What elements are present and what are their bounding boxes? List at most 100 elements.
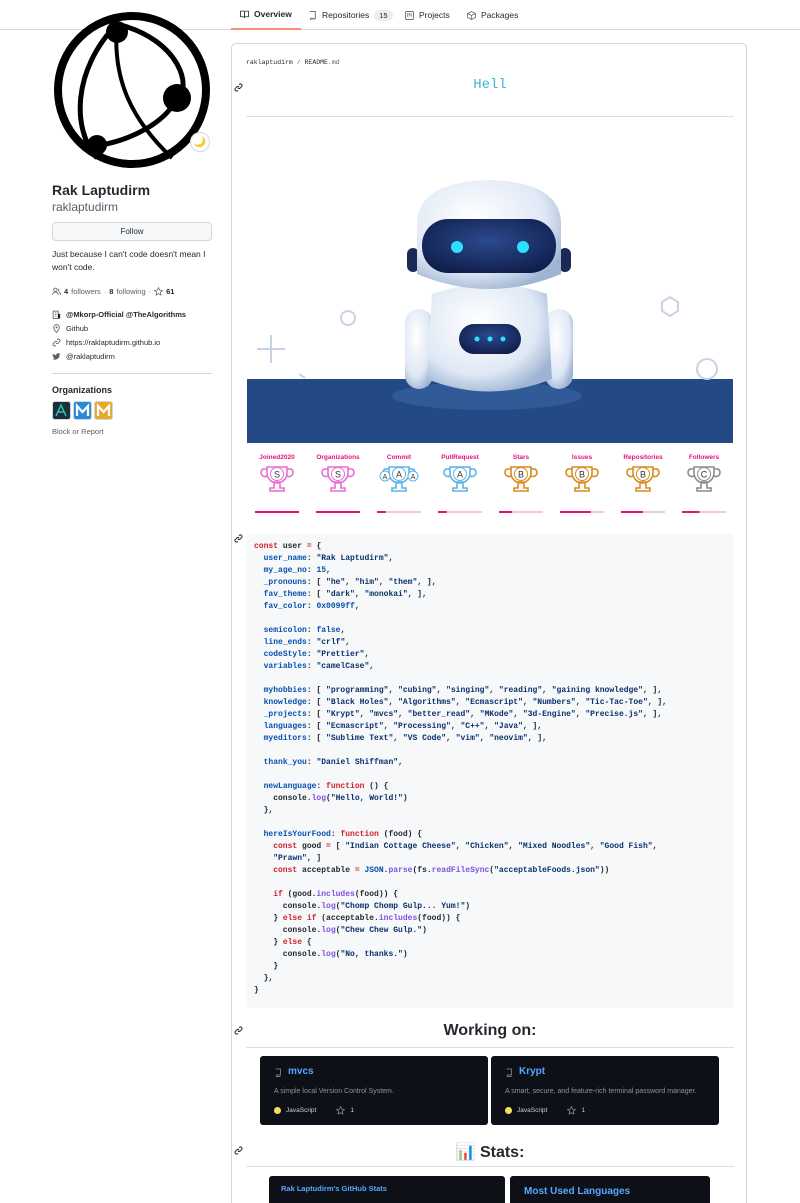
readme-path: raklaptudirm / README.md (246, 59, 340, 66)
heading-divider (246, 1166, 734, 1167)
language-dot (505, 1107, 512, 1114)
organizations-heading: Organizations (52, 385, 113, 395)
trophy-label: Issues (571, 454, 593, 461)
project-meta: JavaScript 1 (274, 1106, 354, 1115)
tab-repositories[interactable]: Repositories 15 (308, 0, 393, 30)
avatar[interactable] (52, 10, 212, 170)
twitter-handle[interactable]: @raklaptudirm (66, 352, 115, 361)
github-stats-card: Rak Laptudirm's GitHub Stats (269, 1176, 505, 1203)
heading-divider (246, 116, 734, 117)
readme-path-sep: / (292, 59, 305, 66)
divider (52, 373, 212, 374)
project-name[interactable]: Krypt (519, 1066, 545, 1077)
tab-label: Projects (419, 10, 450, 20)
project-stars: 1 (350, 1107, 354, 1114)
working-on-heading: Working on: (443, 1022, 537, 1039)
organizations-list (52, 401, 113, 420)
trophy-label: Joined2020 (259, 454, 295, 461)
org-avatar-mkorp[interactable] (73, 401, 92, 420)
project-icon (405, 10, 414, 20)
trophy-label: Organizations (316, 454, 360, 461)
twitter-icon (52, 353, 61, 360)
readme-box: raklaptudirm / README.md Hell S S A A A … (231, 43, 747, 1203)
trophy-label: Stars (512, 454, 530, 461)
readme-path-file: README (304, 59, 328, 66)
trophy-joined2020: Joined2020 (252, 454, 302, 516)
trophy-label: PullRequest (441, 454, 479, 461)
trophy-stars: Stars (496, 454, 546, 516)
tab-packages[interactable]: Packages (467, 0, 518, 30)
profile-name: Rak Laptudirm (52, 182, 151, 198)
trophy-commit: Commit (374, 454, 424, 516)
people-icon (52, 287, 61, 295)
location-row: Github (52, 324, 88, 333)
repo-count-badge: 15 (374, 9, 393, 21)
code-block: const user = { user_name: "Rak Laptudirm… (246, 534, 734, 1008)
project-description: A simple local Version Control System. (274, 1088, 394, 1095)
link-icon (52, 338, 61, 347)
followers-count[interactable]: 4 (64, 287, 68, 296)
separator: · (148, 287, 152, 296)
book-icon (240, 10, 249, 18)
org-avatar-thealgorithms[interactable] (52, 401, 71, 420)
robot-banner-image (247, 164, 733, 443)
website-row: https://raklaptudirm.github.io (52, 338, 160, 347)
separator: · (103, 287, 107, 296)
follow-stats: 4 followers · 8 following · 61 (52, 287, 174, 296)
trophy-pullrequest: PullRequest (435, 454, 485, 516)
language-dot (274, 1107, 281, 1114)
project-card-mvcs[interactable]: mvcs A simple local Version Control Syst… (260, 1056, 488, 1125)
project-language: JavaScript (517, 1107, 548, 1114)
org-avatar-m[interactable] (94, 401, 113, 420)
trophy-label: Repositories (623, 454, 663, 461)
organization-icon (52, 310, 61, 319)
trophy-label: Followers (688, 454, 720, 461)
followers-label[interactable]: followers (71, 287, 101, 296)
profile-bio: Just because I can't code doesn't mean I… (52, 249, 206, 272)
company-text[interactable]: @Mkorp-Official @TheAlgorithms (66, 310, 186, 319)
trophy-issues: Issues (557, 454, 607, 516)
tab-projects[interactable]: Projects (405, 0, 450, 30)
trophy-label: Commit (386, 454, 412, 461)
tab-label: Overview (254, 9, 292, 19)
anchor-link-icon[interactable] (234, 534, 243, 543)
languages-card-title: Most Used Languages (524, 1186, 631, 1197)
profile-login: raklaptudirm (52, 200, 119, 214)
project-description: A smart, secure, and feature-rich termin… (505, 1088, 697, 1095)
repo-icon (506, 1068, 512, 1077)
location-icon (53, 324, 60, 333)
project-name[interactable]: mvcs (288, 1066, 314, 1077)
package-icon (467, 10, 476, 20)
project-card-krypt[interactable]: Krypt A smart, secure, and feature-rich … (491, 1056, 719, 1125)
status-emoji[interactable]: 🌙 (190, 132, 210, 152)
repo-icon (309, 10, 316, 20)
twitter-row: @raklaptudirm (52, 352, 115, 361)
star-icon (567, 1106, 577, 1115)
following-count[interactable]: 8 (109, 287, 113, 296)
star-icon (336, 1106, 346, 1115)
readme-path-user[interactable]: raklaptudirm (246, 59, 293, 66)
tab-overview[interactable]: Overview (231, 0, 301, 30)
company-row: @Mkorp-Official @TheAlgorithms (52, 310, 186, 319)
project-language: JavaScript (286, 1107, 317, 1114)
top-languages-card: Most Used Languages (510, 1176, 710, 1203)
trophy-repositories: Repositories (618, 454, 668, 516)
project-meta: JavaScript 1 (505, 1106, 585, 1115)
trophy-followers: Followers (679, 454, 729, 516)
stats-heading: 📊 Stats: (455, 1144, 525, 1161)
trophy-organizations: Organizations (313, 454, 363, 516)
tab-label: Packages (481, 10, 519, 20)
location-text: Github (66, 324, 89, 333)
trophy-row: SSAAAABBBC Joined2020 Organizations Commit… (247, 454, 733, 516)
star-icon (154, 287, 164, 296)
following-label[interactable]: following (116, 287, 145, 296)
block-or-report-link[interactable]: Block or Report (52, 427, 104, 436)
follow-button[interactable]: Follow (52, 222, 212, 241)
readme-path-ext: .md (327, 59, 340, 66)
tab-label: Repositories (322, 10, 370, 20)
stars-count[interactable]: 61 (166, 287, 174, 296)
heading-divider (246, 1047, 734, 1048)
typing-heading: Hell (473, 77, 507, 93)
website-link[interactable]: https://raklaptudirm.github.io (66, 338, 160, 347)
project-stars: 1 (581, 1107, 585, 1114)
